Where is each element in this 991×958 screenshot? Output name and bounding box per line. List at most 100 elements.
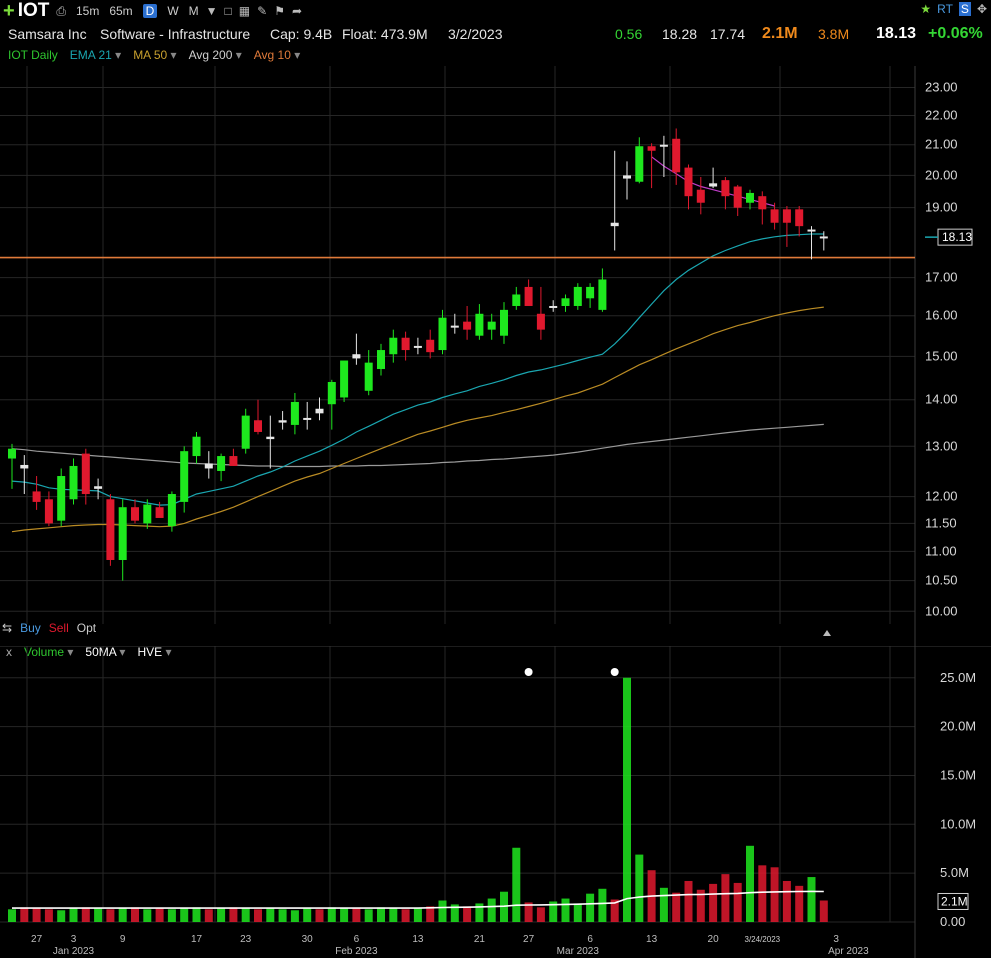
candle-body bbox=[192, 436, 201, 457]
volume-tick-label: 5.0M bbox=[940, 865, 969, 880]
volume-bar bbox=[709, 883, 718, 922]
star-icon[interactable]: ★ bbox=[920, 2, 931, 16]
candle-body bbox=[118, 507, 127, 560]
price-tick-label: 11.50 bbox=[925, 515, 957, 530]
timeframe-weekly[interactable]: W bbox=[167, 4, 178, 18]
timeframe-monthly[interactable]: M bbox=[189, 4, 199, 18]
grid-icon[interactable]: ▦ bbox=[239, 4, 250, 18]
volume-bar bbox=[598, 888, 607, 922]
move-icon[interactable]: ✥ bbox=[977, 2, 987, 16]
volume-bar bbox=[721, 874, 730, 922]
candle-body bbox=[241, 415, 250, 449]
volume-bar bbox=[118, 908, 127, 922]
volume-bar bbox=[229, 907, 238, 922]
tag-icon[interactable]: ⚑ bbox=[274, 4, 285, 18]
candle-body bbox=[340, 360, 349, 398]
date-tick-label: Feb 2023 bbox=[335, 946, 378, 957]
price-change: 0.56 bbox=[615, 26, 643, 42]
candle-body bbox=[229, 456, 238, 466]
volume-bar bbox=[573, 903, 582, 922]
hve-marker bbox=[610, 668, 619, 676]
candle-body bbox=[598, 279, 607, 310]
candle-body bbox=[635, 146, 644, 182]
volume-bar bbox=[389, 908, 398, 922]
chart-name[interactable]: IOT Daily bbox=[8, 48, 58, 66]
swap-icon[interactable]: ⇆ bbox=[2, 621, 12, 635]
volume-tick-label: 15.0M bbox=[940, 767, 976, 782]
candle-body bbox=[352, 354, 361, 359]
date-tick-label: 6 bbox=[587, 934, 593, 945]
sector: Software - Infrastructure bbox=[100, 26, 251, 42]
candle-body bbox=[167, 494, 176, 527]
price-chart[interactable]: 10.00 10.50 11.00 11.50 12.00 13.00 14.00 15.00… bbox=[0, 66, 991, 646]
avg-200-label[interactable]: Avg 200 bbox=[189, 48, 242, 66]
ema-21-label[interactable]: EMA 21 bbox=[70, 48, 121, 66]
candle-body bbox=[106, 499, 115, 560]
pencil-icon[interactable]: ✎ bbox=[257, 4, 267, 18]
share-icon[interactable]: ➦ bbox=[292, 4, 302, 18]
timeframe-15m[interactable]: 15m bbox=[76, 4, 99, 18]
price-tick-label: 11.00 bbox=[925, 543, 957, 558]
printer-icon[interactable]: ⎙ bbox=[56, 4, 66, 19]
volume-bar bbox=[746, 845, 754, 922]
price-tick-label: 13.00 bbox=[925, 438, 958, 453]
stockcharts-icon[interactable]: S bbox=[958, 2, 971, 16]
percent-change: +0.06% bbox=[928, 25, 983, 42]
trade-bar: ⇆ Buy Sell Opt bbox=[0, 621, 96, 635]
price-tick-label: 17.00 bbox=[925, 270, 958, 285]
volume-bar bbox=[364, 909, 373, 922]
candle-body bbox=[709, 183, 718, 187]
candle-body bbox=[32, 491, 41, 502]
volume-bar bbox=[561, 898, 570, 922]
realtime-icon[interactable]: RT bbox=[937, 2, 953, 16]
volume-bar bbox=[512, 847, 521, 922]
volume-bar bbox=[81, 907, 90, 922]
volume-chart[interactable]: 0.00 5.0M 10.0M 15.0M 20.0M 25.0M 2.1M 27 Jan 20… bbox=[0, 646, 991, 958]
date-tick-label: Jan 2023 bbox=[53, 946, 95, 957]
volume-bar bbox=[659, 887, 668, 922]
candle-body bbox=[377, 350, 385, 370]
volume-bar bbox=[204, 909, 213, 922]
sell-button[interactable]: Sell bbox=[49, 621, 69, 635]
indicators-icon[interactable]: □ bbox=[225, 4, 232, 18]
volume-bar bbox=[180, 908, 189, 922]
candle-body bbox=[500, 309, 508, 336]
volume-bar bbox=[192, 907, 201, 922]
day-low: 17.74 bbox=[710, 26, 746, 42]
candle-body bbox=[389, 337, 398, 355]
candle-body bbox=[463, 321, 472, 330]
volume-bar bbox=[782, 880, 791, 922]
avg-10-label[interactable]: Avg 10 bbox=[254, 48, 301, 66]
price-tick-label: 12.00 bbox=[925, 489, 958, 504]
buy-button[interactable]: Buy bbox=[20, 621, 41, 635]
chevron-down-icon[interactable]: ▼ bbox=[206, 4, 218, 18]
volume-bar bbox=[20, 907, 29, 922]
price-tick-label: 10.00 bbox=[925, 603, 958, 618]
ma-50-label[interactable]: MA 50 bbox=[133, 48, 176, 66]
candle-body bbox=[696, 189, 705, 203]
ticker-symbol[interactable]: IOT bbox=[18, 0, 50, 22]
volume-bar bbox=[217, 908, 226, 922]
date-tick-label: 30 bbox=[302, 934, 314, 945]
date-tick-label: 3/24/2023 bbox=[745, 935, 781, 944]
candle-body bbox=[450, 325, 459, 328]
volume-tick-label: 10.0M bbox=[940, 816, 976, 831]
company-name: Samsara Inc bbox=[8, 26, 87, 42]
volume-bar bbox=[44, 909, 53, 922]
volume-bar bbox=[377, 907, 385, 922]
candle-body bbox=[143, 504, 152, 524]
add-symbol-icon[interactable]: + bbox=[3, 1, 15, 21]
date-tick-label: 9 bbox=[120, 934, 126, 945]
date-tick-label: 27 bbox=[523, 934, 535, 945]
volume-bar bbox=[241, 908, 250, 922]
candle-body bbox=[8, 448, 16, 459]
volume-bar bbox=[807, 877, 816, 922]
timeframe-65m[interactable]: 65m bbox=[109, 4, 132, 18]
candle-body bbox=[69, 465, 78, 500]
candle-body bbox=[426, 339, 435, 353]
avg-volume: 3.8M bbox=[818, 26, 850, 42]
scroll-up-arrow bbox=[823, 630, 831, 636]
price-tick-label: 21.00 bbox=[925, 137, 958, 152]
options-button[interactable]: Opt bbox=[77, 621, 96, 635]
timeframe-daily[interactable]: D bbox=[142, 4, 158, 18]
